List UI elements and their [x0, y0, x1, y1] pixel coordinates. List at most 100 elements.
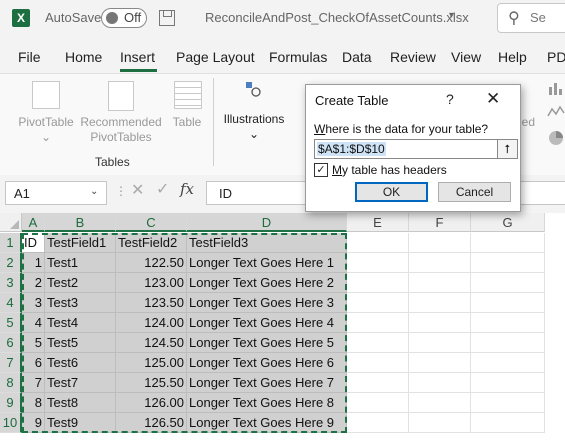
- cell-g4[interactable]: [471, 293, 545, 313]
- recommended-pivottables-icon[interactable]: [108, 81, 134, 111]
- row-header-9[interactable]: 9: [0, 393, 22, 413]
- cancel-entry-icon[interactable]: ✕: [131, 180, 144, 200]
- cell-e10[interactable]: [347, 413, 409, 433]
- row-header-3[interactable]: 3: [0, 273, 22, 293]
- cell-d7[interactable]: Longer Text Goes Here 6: [187, 353, 347, 373]
- table-button[interactable]: Table: [166, 115, 208, 130]
- cell-d3[interactable]: Longer Text Goes Here 2: [187, 273, 347, 293]
- cell-g2[interactable]: [471, 253, 545, 273]
- column-header-f[interactable]: F: [409, 213, 471, 232]
- worksheet-grid[interactable]: ABCDEFG 1 2 3 4 5 6 7 8 9 10 ID TestField1 TestFiel…: [0, 213, 565, 441]
- cell-e5[interactable]: [347, 313, 409, 333]
- cell-f5[interactable]: [409, 313, 471, 333]
- cell-e6[interactable]: [347, 333, 409, 353]
- search-box[interactable]: ⚲ Se: [497, 3, 565, 33]
- save-icon[interactable]: [159, 10, 175, 26]
- name-box[interactable]: A1 ⌄: [5, 181, 107, 205]
- cell-g6[interactable]: [471, 333, 545, 353]
- tab-formulas[interactable]: Formulas: [269, 49, 327, 65]
- headers-checkbox[interactable]: ✓: [314, 163, 328, 177]
- cell-f8[interactable]: [409, 373, 471, 393]
- cell-b5[interactable]: Test4: [45, 313, 116, 333]
- cell-g1[interactable]: [471, 233, 545, 253]
- cell-e1[interactable]: [347, 233, 409, 253]
- cell-c5[interactable]: 124.00: [116, 313, 187, 333]
- cell-g9[interactable]: [471, 393, 545, 413]
- row-header-7[interactable]: 7: [0, 353, 22, 373]
- collapse-dialog-icon[interactable]: ⭡: [497, 140, 517, 158]
- table-icon[interactable]: [174, 81, 202, 109]
- tab-page-layout[interactable]: Page Layout: [176, 49, 255, 65]
- cell-c8[interactable]: 125.50: [116, 373, 187, 393]
- tab-review[interactable]: Review: [390, 49, 436, 65]
- cell-a9[interactable]: 8: [22, 393, 45, 413]
- help-icon[interactable]: ?: [446, 91, 454, 107]
- row-header-6[interactable]: 6: [0, 333, 22, 353]
- pivottable-button[interactable]: PivotTable ⌄: [17, 115, 75, 145]
- cell-a4[interactable]: 3: [22, 293, 45, 313]
- cell-d6[interactable]: Longer Text Goes Here 5: [187, 333, 347, 353]
- row-header-4[interactable]: 4: [0, 293, 22, 313]
- cell-e4[interactable]: [347, 293, 409, 313]
- cell-g8[interactable]: [471, 373, 545, 393]
- cell-c4[interactable]: 123.50: [116, 293, 187, 313]
- column-header-c[interactable]: C: [116, 213, 187, 232]
- cell-b2[interactable]: Test1: [45, 253, 116, 273]
- cell-c9[interactable]: 126.00: [116, 393, 187, 413]
- cell-c3[interactable]: 123.00: [116, 273, 187, 293]
- cell-f4[interactable]: [409, 293, 471, 313]
- illustrations-icon[interactable]: [246, 82, 261, 97]
- cell-a1[interactable]: ID: [22, 233, 45, 253]
- cell-d8[interactable]: Longer Text Goes Here 7: [187, 373, 347, 393]
- recommended-pivottables-button[interactable]: Recommended PivotTables: [80, 115, 162, 145]
- row-header-8[interactable]: 8: [0, 373, 22, 393]
- cell-b4[interactable]: Test3: [45, 293, 116, 313]
- cell-e7[interactable]: [347, 353, 409, 373]
- cell-f9[interactable]: [409, 393, 471, 413]
- cell-c10[interactable]: 126.50: [116, 413, 187, 433]
- cell-c2[interactable]: 122.50: [116, 253, 187, 273]
- cell-d9[interactable]: Longer Text Goes Here 8: [187, 393, 347, 413]
- row-header-5[interactable]: 5: [0, 313, 22, 333]
- cell-a3[interactable]: 2: [22, 273, 45, 293]
- cell-f2[interactable]: [409, 253, 471, 273]
- more-options-icon[interactable]: ⋮: [115, 184, 127, 198]
- bar-chart-icon[interactable]: [547, 80, 565, 96]
- cell-g5[interactable]: [471, 313, 545, 333]
- cell-g3[interactable]: [471, 273, 545, 293]
- pie-chart-icon[interactable]: [547, 129, 565, 147]
- line-chart-icon[interactable]: [547, 104, 565, 120]
- headers-checkbox-label[interactable]: My table has headers: [332, 163, 447, 177]
- cell-f10[interactable]: [409, 413, 471, 433]
- tab-view[interactable]: View: [451, 49, 481, 65]
- cell-f7[interactable]: [409, 353, 471, 373]
- column-header-b[interactable]: B: [45, 213, 116, 232]
- cell-c6[interactable]: 124.50: [116, 333, 187, 353]
- cell-a2[interactable]: 1: [22, 253, 45, 273]
- cell-e8[interactable]: [347, 373, 409, 393]
- cell-e9[interactable]: [347, 393, 409, 413]
- close-icon[interactable]: ✕: [486, 89, 500, 109]
- cell-b10[interactable]: Test9: [45, 413, 116, 433]
- row-header-1[interactable]: 1: [0, 233, 22, 253]
- cell-c1[interactable]: TestField2: [116, 233, 187, 253]
- row-header-10[interactable]: 10: [0, 413, 22, 433]
- cell-e3[interactable]: [347, 273, 409, 293]
- cell-d10[interactable]: Longer Text Goes Here 9: [187, 413, 347, 433]
- column-header-g[interactable]: G: [471, 213, 545, 232]
- cell-b6[interactable]: Test5: [45, 333, 116, 353]
- column-header-d[interactable]: D: [187, 213, 347, 232]
- cell-f6[interactable]: [409, 333, 471, 353]
- pivottable-icon[interactable]: [32, 81, 60, 109]
- cell-a5[interactable]: 4: [22, 313, 45, 333]
- autosave-toggle[interactable]: Off: [101, 8, 147, 28]
- ok-button[interactable]: OK: [355, 182, 428, 202]
- tab-pdf[interactable]: PD: [547, 49, 565, 65]
- cell-e2[interactable]: [347, 253, 409, 273]
- tab-home[interactable]: Home: [65, 49, 102, 65]
- row-header-2[interactable]: 2: [0, 253, 22, 273]
- document-title[interactable]: ReconcileAndPost_CheckOfAssetCounts.xlsx: [205, 10, 469, 25]
- chevron-down-icon[interactable]: ⌄: [90, 186, 98, 197]
- cell-b3[interactable]: Test2: [45, 273, 116, 293]
- cell-a10[interactable]: 9: [22, 413, 45, 433]
